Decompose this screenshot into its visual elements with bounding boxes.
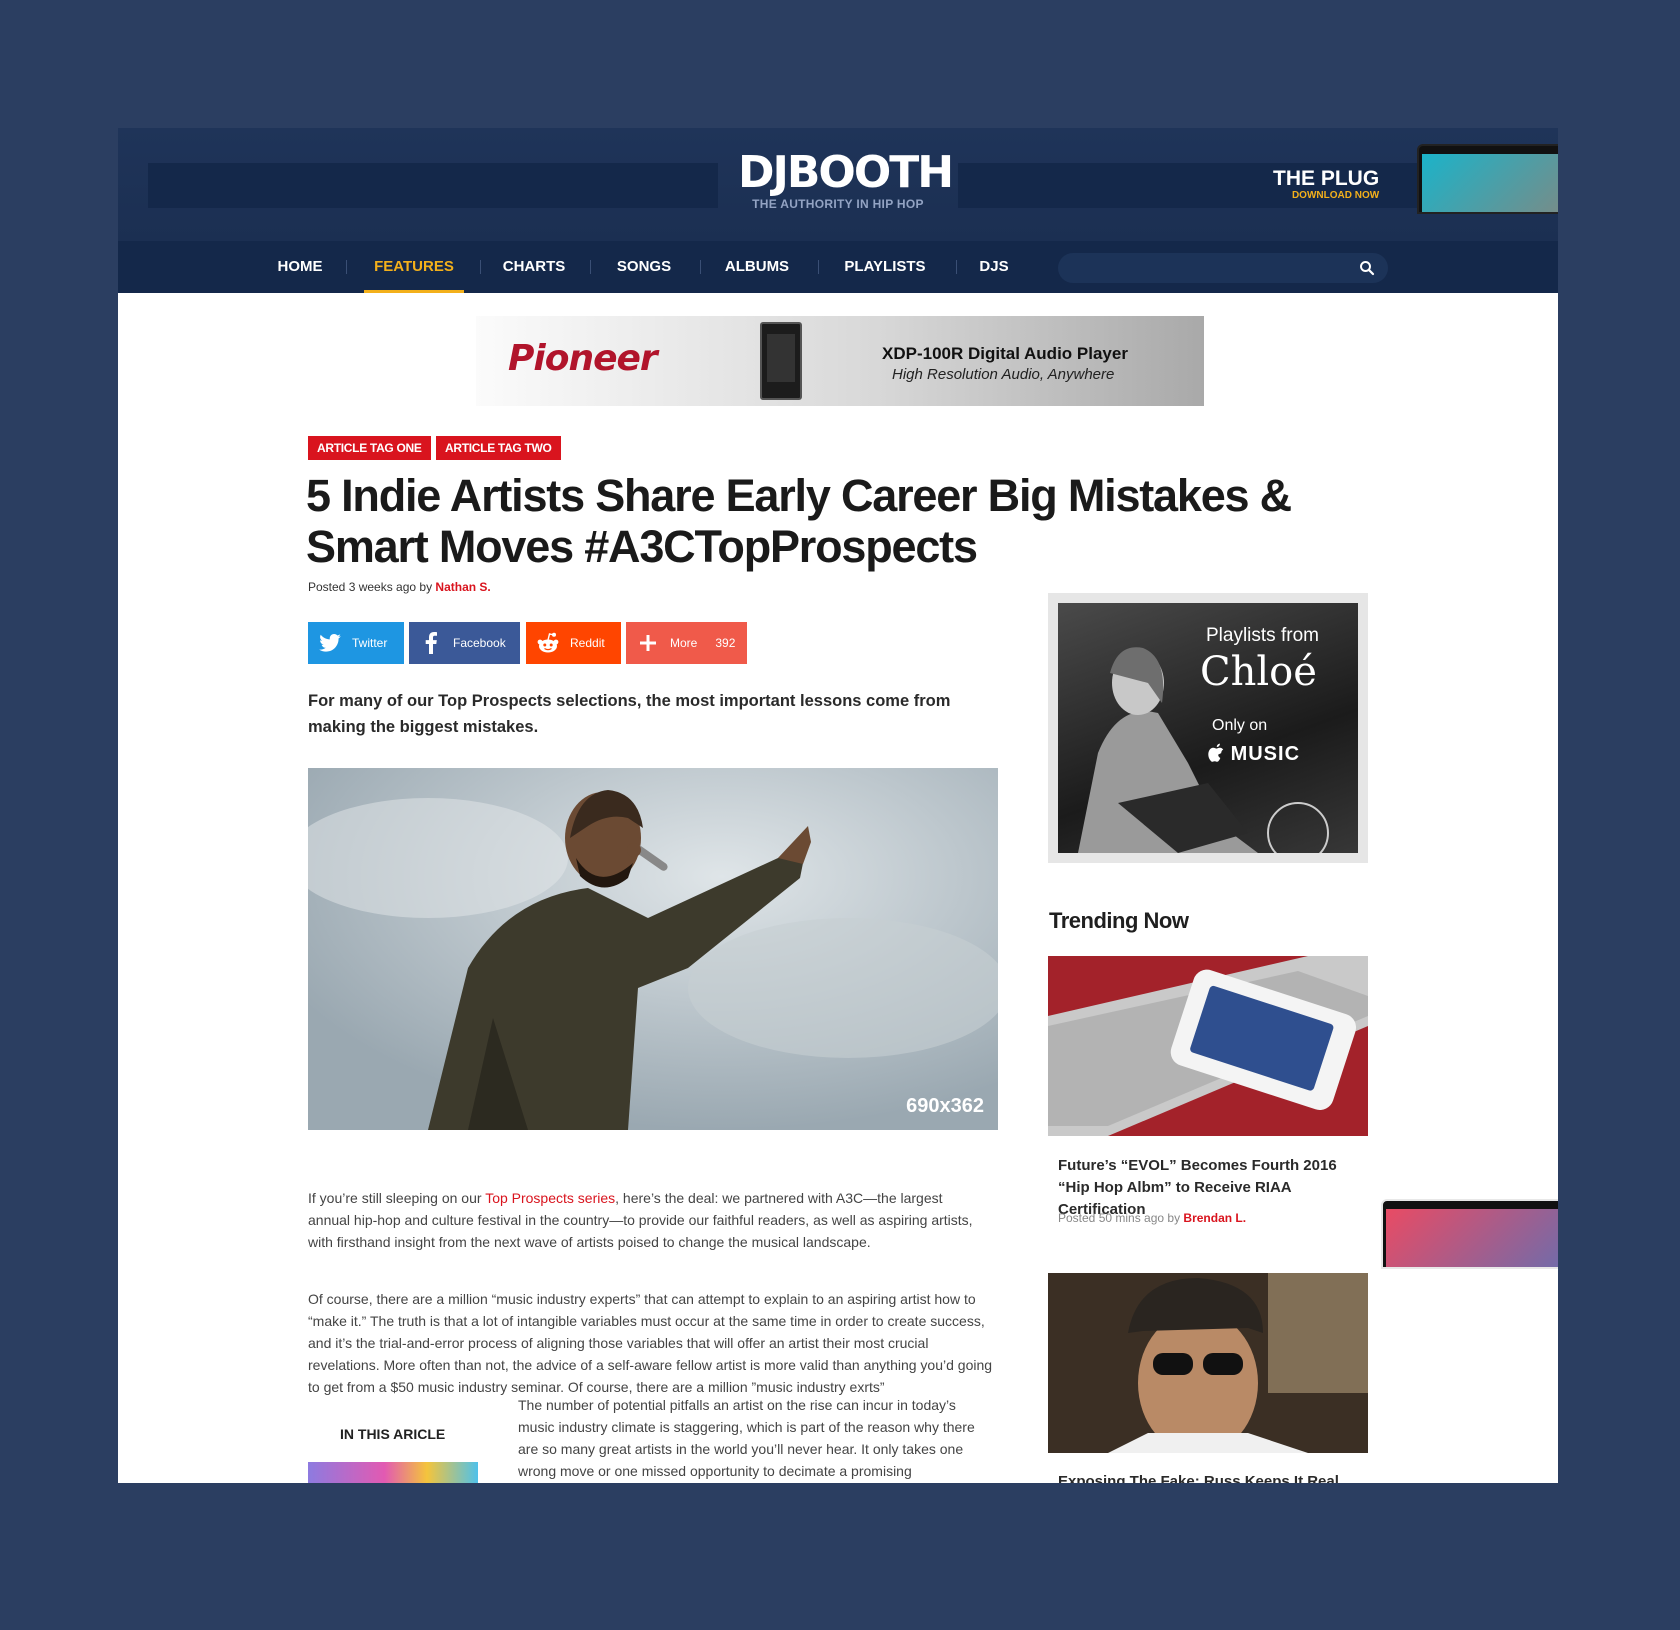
trending-thumbnail[interactable] [1048,956,1368,1136]
nav-divider [480,260,481,274]
ad-brand-logo: Pioneer [508,338,658,379]
share-count: 392 [715,636,736,650]
page-frame: DJBOOTH THE AUTHORITY IN HIP HOP THE PLU… [118,128,1558,1483]
ad-title: XDP-100R Digital Audio Player [882,344,1128,363]
ad-subtitle: High Resolution Audio, Anywhere [892,366,1115,383]
ad-line: Playlists from [1206,625,1319,646]
trending-photo [1048,1273,1368,1453]
facebook-share-button[interactable]: Facebook [409,622,520,664]
search-box [1058,253,1388,283]
article-tag[interactable]: ARTICLE TAG ONE [308,436,431,460]
nav-item-charts[interactable]: CHARTS [494,241,574,293]
performer-photo [308,768,998,1130]
nav-item-djs[interactable]: DJS [964,241,1024,293]
top-prospects-link[interactable]: Top Prospects series [485,1190,615,1206]
article-hero-image: 690x362 [308,768,998,1130]
search-input[interactable] [1072,257,1346,281]
promo-text: THE PLUG DOWNLOAD NOW [1273,167,1380,202]
paragraph-text: If you’re still sleeping on our [308,1190,486,1206]
more-share-button[interactable]: More 392 [626,622,747,664]
nav-item-albums[interactable]: ALBUMS [712,241,802,293]
reddit-icon [536,631,560,655]
apple-music-sidebar-ad[interactable]: Playlists from Chloé Only on MUSIC [1048,593,1368,863]
more-label: More [670,636,698,650]
in-this-article-heading: IN THIS ARICLE [340,1426,446,1442]
phone-mockup [1417,144,1558,214]
article-headline: 5 Indie Artists Share Early Career Big M… [306,470,1292,572]
trending-thumbnail[interactable] [1048,1273,1368,1453]
nav-item-songs[interactable]: SONGS [604,241,684,293]
plus-icon [636,631,660,655]
twitter-label: Twitter [352,636,388,650]
trending-photo [1048,956,1368,1136]
ad-line: MUSIC [1230,743,1301,765]
promo-subtitle: DOWNLOAD NOW [1291,190,1380,201]
phone-mockup [1381,1199,1558,1269]
trending-meta-prefix: Posted 50 mins ago by [1058,1211,1181,1225]
masthead: DJBOOTH THE AUTHORITY IN HIP HOP THE PLU… [118,128,1558,1269]
article-tag[interactable]: ARTICLE TAG TWO [436,436,561,460]
nav-item-playlists[interactable]: PLAYLISTS [830,241,940,293]
the-plug-promo[interactable]: THE PLUG DOWNLOAD NOW [118,128,1558,1269]
facebook-icon [419,631,443,655]
ad-device-image [760,322,802,400]
article-lede: For many of our Top Prospects selections… [308,692,951,736]
article-paragraph: If you’re still sleeping on our Top Pros… [308,1187,988,1253]
nav-divider [818,260,819,274]
article-byline: Posted 3 weeks ago by Nathan S. [308,580,491,594]
author-link[interactable]: Brendan L. [1183,1211,1246,1225]
apple-music-logo: MUSIC [1208,743,1300,766]
nav-divider [700,260,701,274]
ad-line: Only on [1212,717,1268,734]
article-paragraph: The number of potential pitfalls an arti… [518,1397,975,1479]
reddit-share-button[interactable]: Reddit [526,622,621,664]
in-article-thumbnail[interactable] [308,1462,478,1483]
nav-item-home[interactable]: HOME [268,241,332,293]
nav-divider [346,260,347,274]
pioneer-banner-ad[interactable]: Pioneer XDP-100R Digital Audio Player Hi… [476,316,1204,406]
byline-prefix: Posted 3 weeks ago by [308,580,433,594]
twitter-share-button[interactable]: Twitter [308,622,404,664]
author-link[interactable]: Nathan S. [435,580,490,594]
facebook-label: Facebook [453,636,506,650]
nav-item-features[interactable]: FEATURES [364,241,464,293]
twitter-icon [318,631,342,655]
ad-line: Chloé [1200,649,1317,695]
trending-heading: Trending Now [1049,908,1189,933]
ad-creative: Playlists from Chloé Only on MUSIC [1058,603,1358,853]
image-size-label: 690x362 [906,1095,984,1117]
nav-divider [590,260,591,274]
nav-divider [956,260,957,274]
apple-icon [1208,743,1231,765]
phones-image [1381,140,1558,1269]
article-paragraph: Of course, there are a million “music in… [308,1291,993,1395]
promo-title: THE PLUG [1273,167,1380,190]
main-nav: HOME FEATURES CHARTS SONGS ALBUMS PLAYLI… [118,241,1558,293]
reddit-label: Reddit [570,636,605,650]
trending-title[interactable]: Exposing The Fake: Russ Keeps It Real Ab… [1058,1473,1358,1483]
search-icon[interactable] [1358,259,1376,277]
trending-meta: Posted 50 mins ago by Brendan L. [1058,1211,1246,1225]
